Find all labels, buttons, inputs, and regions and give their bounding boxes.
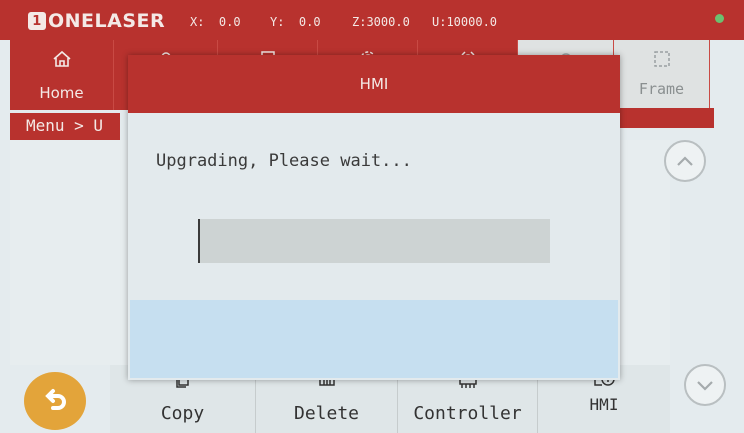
breadcrumb-bar-right — [606, 108, 714, 128]
logo-mark: 1 — [28, 12, 46, 30]
dialog-title: HMI — [128, 55, 620, 113]
tab-home-label: Home — [39, 84, 84, 102]
scroll-up-button[interactable] — [664, 140, 706, 182]
upgrade-dialog: HMI Upgrading, Please wait... — [128, 55, 620, 380]
tab-frame[interactable]: Frame — [614, 40, 710, 110]
header-bar: 1 ONELASER X: 0.0 Y: 0.0 Z:3000.0 U:1000… — [0, 0, 744, 40]
coord-x: X: 0.0 — [190, 15, 241, 29]
logo-text: ONELASER — [48, 10, 166, 32]
dialog-footer — [130, 300, 618, 378]
frame-icon — [653, 51, 670, 67]
copy-label: Copy — [160, 403, 205, 424]
dialog-message: Upgrading, Please wait... — [156, 151, 412, 171]
coord-y: Y: 0.0 — [270, 15, 321, 29]
coord-u: U:10000.0 — [432, 15, 498, 29]
progress-fill — [198, 219, 200, 263]
breadcrumb: Menu > U — [10, 113, 120, 140]
touch-screen: 1 ONELASER X: 0.0 Y: 0.0 Z:3000.0 U:1000… — [0, 0, 744, 433]
tab-home[interactable]: Home — [10, 40, 114, 110]
hmi-label: HMI — [589, 395, 619, 414]
scroll-down-button[interactable] — [684, 364, 726, 406]
coord-z: Z:3000.0 — [352, 15, 410, 29]
upgrade-progress-bar — [198, 219, 550, 263]
delete-label: Delete — [293, 403, 360, 424]
status-indicator — [715, 14, 724, 23]
undo-arrow-icon — [45, 389, 66, 410]
brand-logo: 1 ONELASER — [28, 10, 165, 32]
back-button[interactable] — [24, 372, 86, 430]
home-icon — [52, 50, 71, 67]
controller-label: Controller — [413, 403, 522, 424]
chevron-down-icon — [697, 381, 713, 391]
chevron-up-icon — [677, 156, 693, 166]
dialog-body — [128, 113, 620, 295]
tab-frame-label: Frame — [638, 80, 685, 98]
